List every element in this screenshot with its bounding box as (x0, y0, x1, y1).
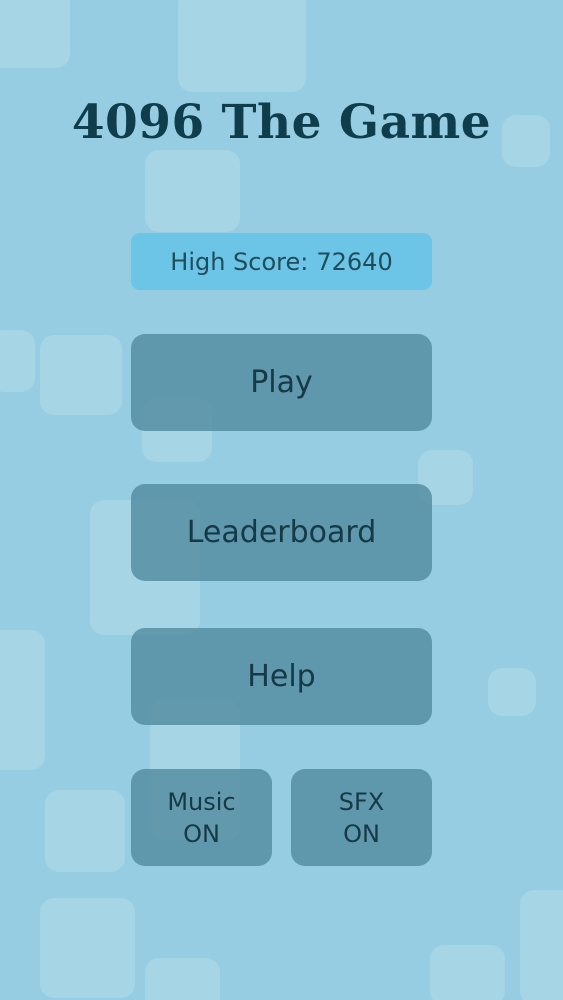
background-tile (45, 790, 125, 872)
music-toggle-state: ON (183, 819, 220, 848)
high-score-panel: High Score: 72640 (131, 233, 432, 290)
high-score-value: 72640 (316, 247, 393, 276)
background-tile (145, 150, 240, 232)
sfx-toggle-label: SFX (338, 787, 385, 816)
leaderboard-button-label: Leaderboard (186, 515, 377, 550)
leaderboard-button[interactable]: Leaderboard (131, 484, 432, 581)
background-tile (40, 335, 122, 415)
background-tile (430, 945, 505, 1000)
background-tile (145, 958, 220, 1000)
sfx-toggle-button[interactable]: SFX ON (291, 769, 432, 866)
background-tile (178, 0, 306, 92)
sfx-toggle-state: ON (343, 819, 380, 848)
play-button-label: Play (250, 365, 313, 400)
play-button[interactable]: Play (131, 334, 432, 431)
background-tile (488, 668, 536, 716)
high-score-label: High Score: (170, 247, 309, 276)
help-button-label: Help (247, 659, 316, 694)
music-toggle-label: Music (167, 787, 236, 816)
help-button[interactable]: Help (131, 628, 432, 725)
background-tile (40, 898, 135, 998)
background-tile (0, 330, 35, 392)
game-title: 4096 The Game (71, 95, 492, 150)
music-toggle-button[interactable]: Music ON (131, 769, 272, 866)
background-tile (0, 630, 45, 770)
background-tile (0, 0, 70, 68)
background-tile (520, 890, 563, 1000)
